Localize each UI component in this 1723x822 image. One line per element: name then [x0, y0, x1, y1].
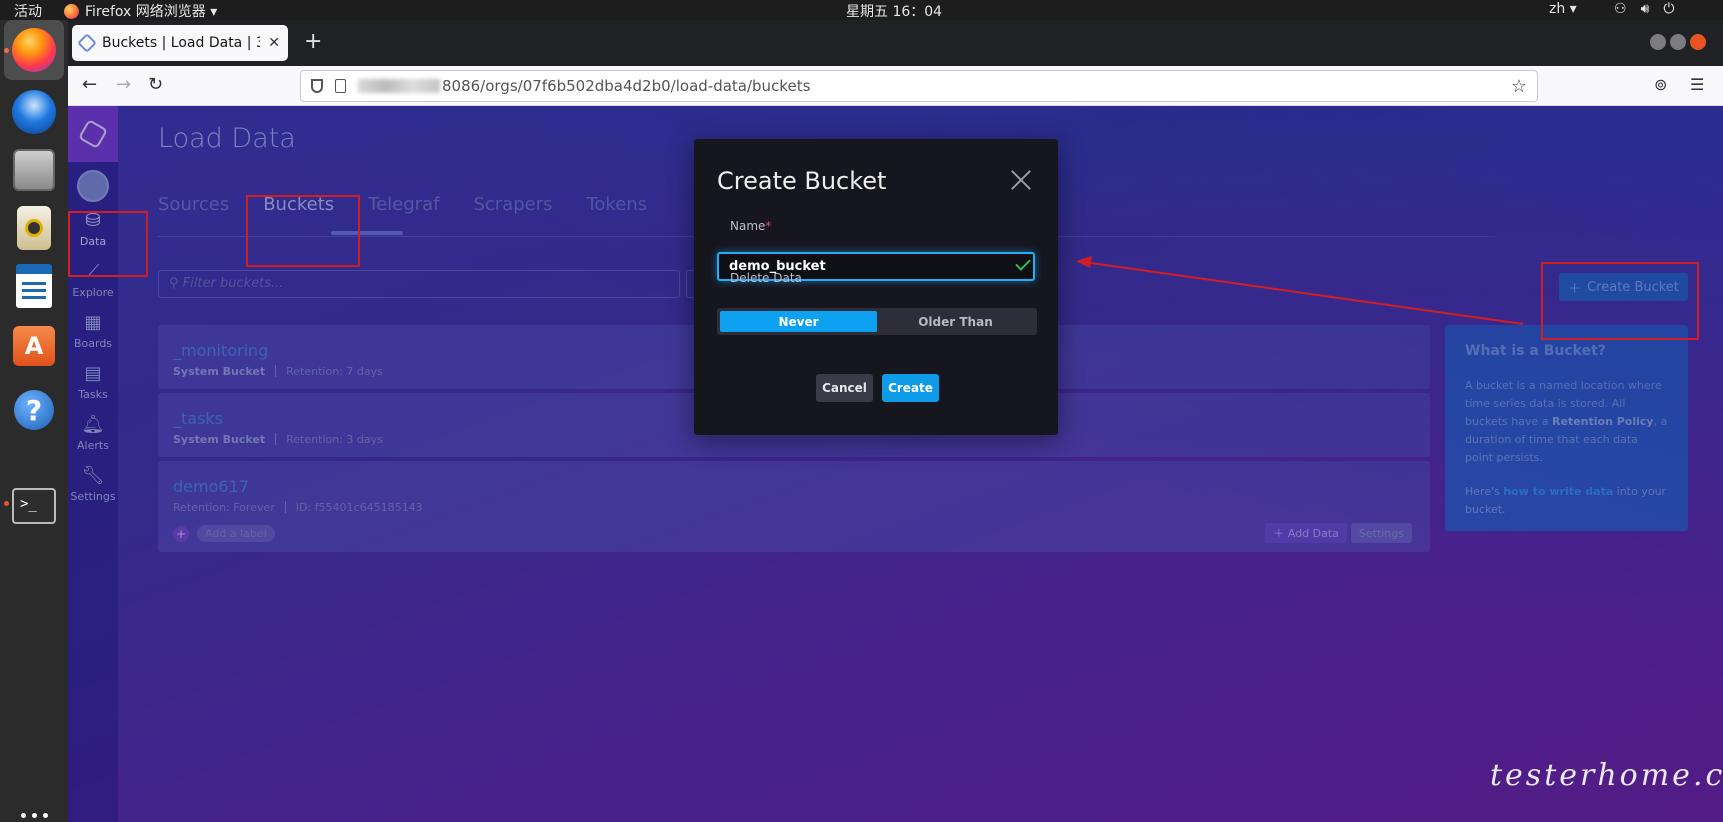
browser-tab-strip: Buckets | Load Data | 360 ✕ + [68, 20, 1723, 66]
system-tray[interactable]: ⚇ 🔊︎ ⏻ [1614, 1, 1674, 17]
volume-icon: 🔊︎ [1640, 1, 1650, 17]
window-controls [1650, 34, 1706, 50]
retention-never-option[interactable]: Never [720, 311, 877, 332]
running-indicator [4, 501, 9, 506]
retention-toggle: Never Older Than [717, 308, 1037, 335]
forward-icon[interactable]: → [116, 74, 131, 95]
software-store-icon: A [13, 326, 55, 366]
url-host-redacted [358, 79, 440, 93]
close-window-icon[interactable] [1690, 34, 1706, 50]
rhythmbox-icon [17, 206, 51, 250]
terminal-icon: >_ [12, 488, 56, 524]
reload-icon[interactable]: ↻ [148, 74, 163, 95]
show-apps-icon[interactable] [21, 813, 48, 822]
writer-icon [16, 264, 52, 308]
pocket-icon[interactable]: ⊚ [1654, 75, 1667, 94]
system-top-bar: 活动 Firefox 网络浏览器 ▾ 星期五 16：04 zh ▾ ⚇ 🔊︎ ⏻ [0, 0, 1723, 20]
page-info-icon[interactable] [335, 79, 346, 93]
help-icon: ? [14, 390, 54, 430]
new-tab-icon[interactable]: + [304, 29, 322, 54]
retention-older-than-option[interactable]: Older Than [877, 311, 1034, 332]
close-tab-icon[interactable]: ✕ [268, 35, 280, 51]
bookmark-star-icon[interactable]: ☆ [1511, 76, 1527, 97]
dock-firefox[interactable] [4, 20, 64, 80]
hamburger-menu-icon[interactable]: ☰ [1690, 75, 1704, 94]
app-menu[interactable]: Firefox 网络浏览器 ▾ [64, 1, 217, 21]
clock[interactable]: 星期五 16：04 [846, 1, 942, 21]
create-bucket-dialog: Create Bucket Name* Delete Data Never Ol… [694, 139, 1058, 435]
cancel-button[interactable]: Cancel [816, 374, 873, 402]
dock-thunderbird[interactable] [10, 88, 58, 136]
thunderbird-icon [12, 90, 56, 134]
files-icon [13, 149, 55, 191]
dock-files[interactable] [10, 146, 58, 194]
name-label: Name* [730, 219, 772, 233]
tracking-shield-icon[interactable] [311, 79, 323, 93]
dock-terminal[interactable]: >_ [10, 482, 58, 530]
browser-toolbar: ← → ↻ 8086/orgs/07f6b502dba4d2b0/load-da… [68, 66, 1723, 106]
dock-software[interactable]: A [10, 322, 58, 370]
activities-button[interactable]: 活动 [14, 1, 42, 21]
delete-data-label: Delete Data [730, 271, 802, 285]
browser-tab[interactable]: Buckets | Load Data | 360 ✕ [72, 25, 288, 61]
app-dock: A ? >_ [0, 20, 68, 822]
url-text: 8086/orgs/07f6b502dba4d2b0/load-data/buc… [442, 77, 811, 95]
create-button[interactable]: Create [882, 374, 939, 402]
minimize-icon[interactable] [1650, 34, 1666, 50]
influxdb-favicon-icon [77, 33, 97, 53]
dock-rhythmbox[interactable] [10, 204, 58, 252]
dock-writer[interactable] [10, 262, 58, 310]
close-icon[interactable] [1010, 169, 1032, 191]
app-menu-label: Firefox 网络浏览器 ▾ [85, 4, 218, 20]
power-icon: ⏻ [1663, 1, 1675, 17]
firefox-icon [12, 28, 56, 72]
firefox-icon [64, 3, 79, 19]
back-icon[interactable]: ← [82, 74, 97, 95]
influxdb-page: ⛁ Data ⟋ Explore ▦ Boards ▤ Tasks 🔔︎ Ale… [68, 106, 1723, 822]
url-bar[interactable]: 8086/orgs/07f6b502dba4d2b0/load-data/buc… [300, 70, 1538, 102]
input-language[interactable]: zh ▾ [1549, 1, 1577, 17]
maximize-icon[interactable] [1670, 34, 1686, 50]
required-mark: * [765, 219, 772, 233]
dialog-title: Create Bucket [717, 167, 887, 195]
watermark: testerhome.com [1490, 758, 1723, 793]
dock-help[interactable]: ? [10, 386, 58, 434]
tab-title: Buckets | Load Data | 360 [102, 35, 260, 51]
network-icon: ⚇ [1614, 1, 1627, 17]
